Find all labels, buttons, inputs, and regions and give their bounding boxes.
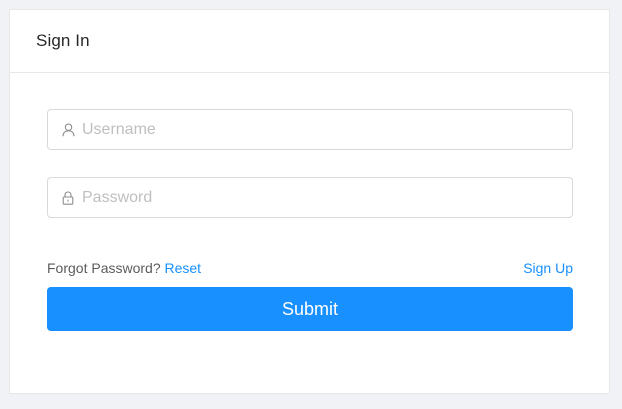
submit-button[interactable]: Submit bbox=[47, 287, 573, 331]
reset-link[interactable]: Reset bbox=[165, 260, 202, 276]
username-field[interactable] bbox=[47, 109, 573, 150]
user-icon bbox=[61, 122, 75, 137]
card-header: Sign In bbox=[10, 10, 609, 73]
password-field[interactable] bbox=[47, 177, 573, 218]
password-input[interactable] bbox=[82, 185, 562, 210]
links-row: Forgot Password? Reset Sign Up bbox=[47, 258, 573, 278]
sign-up-link[interactable]: Sign Up bbox=[523, 260, 573, 276]
lock-icon bbox=[61, 190, 75, 205]
forgot-password-group: Forgot Password? Reset bbox=[47, 260, 201, 276]
username-input[interactable] bbox=[82, 117, 562, 142]
forgot-password-text: Forgot Password? bbox=[47, 260, 165, 276]
sign-in-card: Sign In Forgot Password? Reset Sign Up S… bbox=[9, 9, 610, 394]
card-title: Sign In bbox=[36, 31, 90, 50]
